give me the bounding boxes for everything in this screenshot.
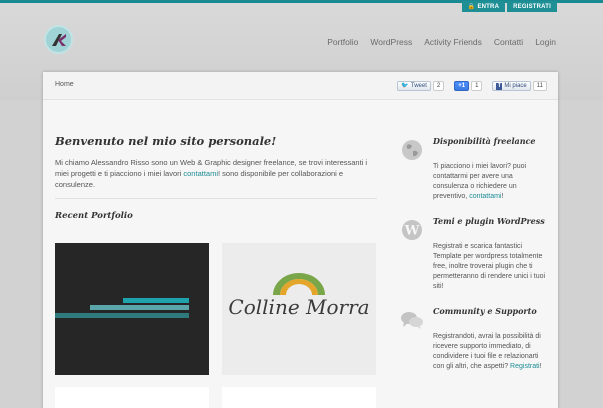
gplus-button[interactable]: +1 (454, 81, 470, 91)
breadcrumb[interactable]: Home (55, 81, 74, 88)
card-toolbar: Home 🐦 Tweet 2 +1 1 f Mi piace 11 (43, 72, 558, 100)
wordpress-icon: W (402, 220, 422, 240)
sidebar-contact-link[interactable]: contattami (469, 193, 501, 200)
login-button[interactable]: 🔒 ENTRA (461, 1, 506, 12)
sidebar-text-community: Registrandoti, avrai la possibilità di r… (433, 333, 542, 370)
portfolio-item-4[interactable] (222, 387, 376, 408)
lock-icon: 🔒 (467, 4, 476, 10)
gplus-count: 1 (471, 81, 483, 91)
main-column: Benvenuto nel mio sito personale! Mi chi… (55, 134, 377, 221)
portfolio-item-3[interactable] (55, 387, 209, 408)
sidebar: Disponibilità freelance Ti piacciono i m… (400, 136, 550, 386)
section-divider (55, 198, 377, 199)
portfolio-item-colline-morra[interactable]: Colline Morra (222, 243, 376, 375)
globe-icon (402, 140, 422, 160)
intro-text: Mi chiamo Alessandro Risso sono un Web &… (55, 158, 368, 189)
register-button[interactable]: REGISTRATI (507, 1, 557, 12)
sidebar-register-link[interactable]: Registrati (510, 363, 540, 370)
twitter-bird-icon: 🐦 (401, 82, 409, 89)
sidebar-block-community: Community e Supporto Registrandoti, avra… (400, 306, 550, 372)
page-title: Benvenuto nel mio sito personale! (55, 134, 277, 148)
contact-link[interactable]: contattami (183, 169, 218, 178)
sidebar-title-freelance: Disponibilità freelance (433, 136, 536, 146)
facebook-icon: f (496, 82, 503, 90)
sidebar-block-freelance: Disponibilità freelance Ti piacciono i m… (400, 136, 550, 202)
logo-monogram-icon (51, 33, 66, 46)
tweet-button[interactable]: 🐦 Tweet (397, 81, 431, 91)
facebook-like-button[interactable]: f Mi piace (492, 81, 531, 91)
auth-buttons: 🔒 ENTRA REGISTRATI (461, 1, 557, 12)
portfolio-brand-text: Colline Morra (228, 295, 370, 319)
content-card: Home 🐦 Tweet 2 +1 1 f Mi piace 11 Benven… (43, 72, 558, 408)
chat-bubbles-icon (401, 312, 423, 329)
sidebar-text-freelance: Ti piacciono i miei lavori? puoi contatt… (433, 163, 527, 200)
sidebar-title-community: Community e Supporto (433, 306, 537, 316)
site-logo[interactable] (44, 25, 73, 54)
portfolio-item-dark[interactable] (55, 243, 209, 375)
sidebar-block-wordpress: W Temi e plugin WordPress Registrati e s… (400, 216, 550, 292)
nav-contatti[interactable]: Contatti (494, 37, 523, 47)
main-nav: Portfolio WordPress Activity Friends Con… (327, 37, 556, 47)
tweet-count: 2 (432, 81, 445, 91)
tweet-share: 🐦 Tweet 2 (397, 81, 445, 91)
facebook-share: f Mi piace 11 (492, 81, 547, 91)
stripes-graphic-icon (55, 298, 189, 318)
svg-text:W: W (404, 224, 420, 239)
nav-wordpress[interactable]: WordPress (370, 37, 412, 47)
facebook-count: 11 (532, 81, 547, 91)
portfolio-grid: Colline Morra (55, 243, 377, 408)
nav-login[interactable]: Login (535, 37, 556, 47)
social-share: 🐦 Tweet 2 +1 1 f Mi piace 11 (397, 81, 547, 91)
recent-portfolio-title: Recent Portfolio (55, 211, 133, 221)
sidebar-text-wordpress: Registrati e scarica fantastici Template… (433, 243, 546, 290)
nav-activity-friends[interactable]: Activity Friends (424, 37, 482, 47)
sidebar-title-wordpress: Temi e plugin WordPress (433, 216, 545, 226)
gplus-share: +1 1 (454, 81, 483, 91)
nav-portfolio[interactable]: Portfolio (327, 37, 358, 47)
